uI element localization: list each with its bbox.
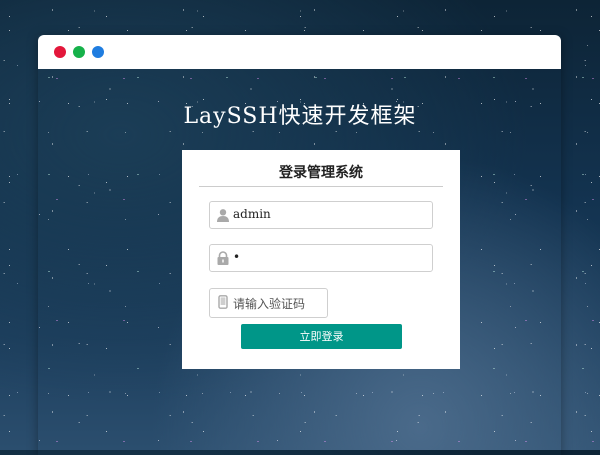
minimize-window-dot-icon[interactable] [73, 46, 85, 58]
maximize-window-dot-icon[interactable] [92, 46, 104, 58]
login-card: 登录管理系统 admin • 请输入验证码 立即登录 [182, 150, 460, 369]
password-field[interactable]: • [209, 244, 433, 272]
app-title: LaySSH快速开发框架 [183, 104, 417, 129]
login-heading: 登录管理系统 [279, 165, 363, 181]
phone-icon [218, 295, 228, 309]
captcha-field[interactable]: 请输入验证码 [209, 288, 328, 318]
lock-icon [217, 251, 229, 265]
username-value: admin [233, 207, 271, 221]
window-titlebar [38, 35, 561, 69]
close-window-dot-icon[interactable] [54, 46, 66, 58]
password-value: • [233, 250, 241, 264]
card-divider [199, 186, 443, 187]
username-field[interactable]: admin [209, 201, 433, 229]
login-button[interactable]: 立即登录 [241, 324, 402, 349]
captcha-placeholder: 请输入验证码 [233, 297, 306, 311]
user-icon [217, 209, 229, 222]
